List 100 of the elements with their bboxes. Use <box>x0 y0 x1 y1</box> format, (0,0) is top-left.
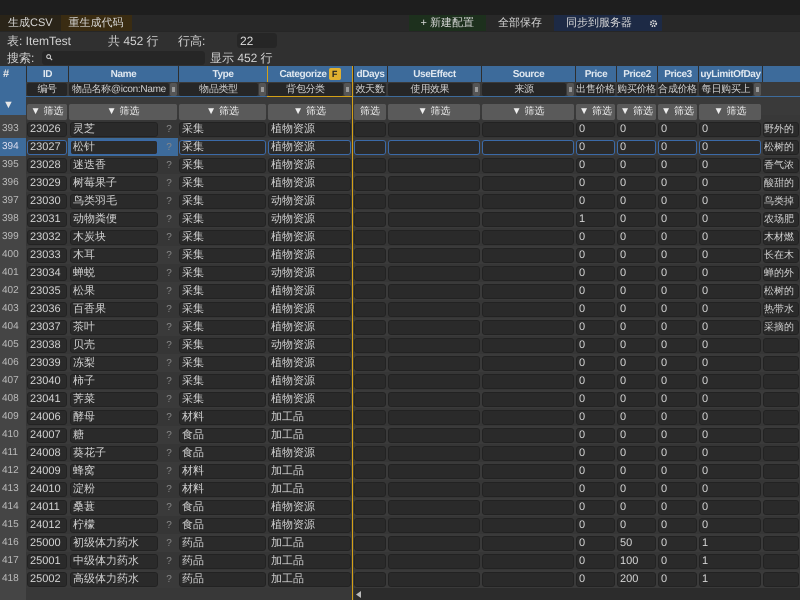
toolbar-button[interactable]: 生成CSV <box>0 15 61 31</box>
cell-field[interactable]: 植物资源 <box>268 230 351 244</box>
cell-field[interactable]: 23038 <box>27 338 67 352</box>
row-number[interactable]: 410 <box>0 426 26 444</box>
cell-field[interactable]: 0 <box>576 194 615 208</box>
cell-field[interactable] <box>763 536 799 550</box>
cell-field[interactable]: 23027 <box>27 140 67 154</box>
cell-field[interactable] <box>354 536 386 550</box>
cell-field[interactable] <box>482 320 574 334</box>
cell-field[interactable]: 0 <box>617 518 656 532</box>
cell-field[interactable] <box>763 500 799 514</box>
cell-field[interactable] <box>388 266 480 280</box>
column-header[interactable]: dDays <box>353 66 387 82</box>
cell-field[interactable]: 1 <box>699 536 761 550</box>
cell-field[interactable]: 植物资源 <box>268 140 351 154</box>
cell-field[interactable] <box>482 500 574 514</box>
cell-field[interactable]: 迷迭香 <box>70 158 158 172</box>
picker-button[interactable] <box>344 82 351 96</box>
cell-field[interactable] <box>354 500 386 514</box>
cell-field[interactable] <box>388 230 480 244</box>
cell-field[interactable]: 加工品 <box>268 482 351 496</box>
cell-field[interactable]: 0 <box>617 464 656 478</box>
cell-field[interactable]: 0 <box>617 230 656 244</box>
filter-button[interactable]: ▼ 筛选 <box>699 104 761 120</box>
column-description[interactable]: 购买价格 <box>617 82 656 96</box>
cell-field[interactable]: 植物资源 <box>268 374 351 388</box>
filter-button[interactable]: ▼ 筛选 <box>268 104 351 120</box>
cell-field[interactable]: 24006 <box>27 410 67 424</box>
filter-button[interactable]: ▼ 筛选 <box>179 104 266 120</box>
cell-field[interactable] <box>354 572 386 586</box>
cell-field[interactable]: 树莓果子 <box>70 176 158 190</box>
cell-field[interactable] <box>482 410 574 424</box>
cell-field[interactable]: 酸甜的 <box>763 176 799 190</box>
toolbar-button[interactable]: 同步到服务器 <box>554 15 644 31</box>
cell-field[interactable] <box>354 482 386 496</box>
cell-field[interactable]: 植物资源 <box>268 320 351 334</box>
cell-field[interactable] <box>763 338 799 352</box>
cell-field[interactable] <box>763 572 799 586</box>
cell-field[interactable] <box>354 140 386 154</box>
cell-field[interactable]: 0 <box>617 140 656 154</box>
cell-field[interactable] <box>482 464 574 478</box>
cell-field[interactable]: 0 <box>576 554 615 568</box>
cell-field[interactable] <box>354 428 386 442</box>
cell-field[interactable]: 中级体力药水 <box>70 554 158 568</box>
filter-button[interactable]: ▼ 筛选 <box>27 104 67 120</box>
cell-field[interactable] <box>354 212 386 226</box>
cell-field[interactable]: 0 <box>699 284 761 298</box>
column-description[interactable]: 效天数 <box>355 82 385 96</box>
cell-field[interactable] <box>388 320 480 334</box>
row-number[interactable]: 399 <box>0 228 26 246</box>
cell-field[interactable]: 冻梨 <box>70 356 158 370</box>
cell-field[interactable]: 0 <box>617 482 656 496</box>
cell-field[interactable] <box>482 338 574 352</box>
cell-field[interactable]: 蝉蜕 <box>70 266 158 280</box>
cell-field[interactable]: 0 <box>576 284 615 298</box>
cell-field[interactable] <box>354 302 386 316</box>
row-number[interactable]: 398 <box>0 210 26 228</box>
cell-field[interactable]: 0 <box>576 428 615 442</box>
cell-field[interactable] <box>388 158 480 172</box>
cell-field[interactable]: 0 <box>576 140 615 154</box>
cell-field[interactable]: 加工品 <box>268 464 351 478</box>
cell-field[interactable]: 24009 <box>27 464 67 478</box>
row-number[interactable]: 404 <box>0 318 26 336</box>
cell-field[interactable]: 植物资源 <box>268 284 351 298</box>
cell-field[interactable]: 0 <box>576 374 615 388</box>
cell-field[interactable]: 药品 <box>179 536 266 550</box>
picker-button[interactable] <box>170 82 177 96</box>
cell-field[interactable]: 0 <box>658 176 697 190</box>
cell-field[interactable]: 食品 <box>179 428 266 442</box>
cell-field[interactable]: 0 <box>658 320 697 334</box>
cell-field[interactable] <box>763 464 799 478</box>
cell-field[interactable] <box>482 176 574 190</box>
cell-field[interactable]: 25001 <box>27 554 67 568</box>
cell-field[interactable]: 柠檬 <box>70 518 158 532</box>
cell-field[interactable]: 热带水 <box>763 302 799 316</box>
cell-field[interactable]: 25002 <box>27 572 67 586</box>
cell-field[interactable]: 200 <box>617 572 656 586</box>
cell-field[interactable] <box>482 374 574 388</box>
cell-field[interactable]: 0 <box>617 284 656 298</box>
cell-field[interactable] <box>388 338 480 352</box>
cell-field[interactable]: 0 <box>658 572 697 586</box>
column-header[interactable]: Price3 <box>657 66 698 82</box>
cell-field[interactable]: 0 <box>699 176 761 190</box>
cell-field[interactable]: 0 <box>658 338 697 352</box>
cell-field[interactable]: 0 <box>658 248 697 262</box>
row-number[interactable]: 397 <box>0 192 26 210</box>
cell-field[interactable] <box>763 392 799 406</box>
cell-field[interactable]: 0 <box>699 230 761 244</box>
filter-button[interactable]: ▼ 筛选 <box>617 104 656 120</box>
cell-field[interactable]: 松果 <box>70 284 158 298</box>
column-header[interactable]: Price2 <box>616 66 657 82</box>
cell-field[interactable] <box>482 356 574 370</box>
cell-field[interactable]: 木材燃 <box>763 230 799 244</box>
cell-field[interactable]: 0 <box>699 464 761 478</box>
row-number[interactable]: 394 <box>0 138 26 156</box>
cell-field[interactable]: 0 <box>617 122 656 136</box>
cell-field[interactable]: 0 <box>658 392 697 406</box>
column-header[interactable]: Categorize F <box>267 66 353 82</box>
row-number[interactable]: 405 <box>0 336 26 354</box>
cell-field[interactable] <box>482 302 574 316</box>
